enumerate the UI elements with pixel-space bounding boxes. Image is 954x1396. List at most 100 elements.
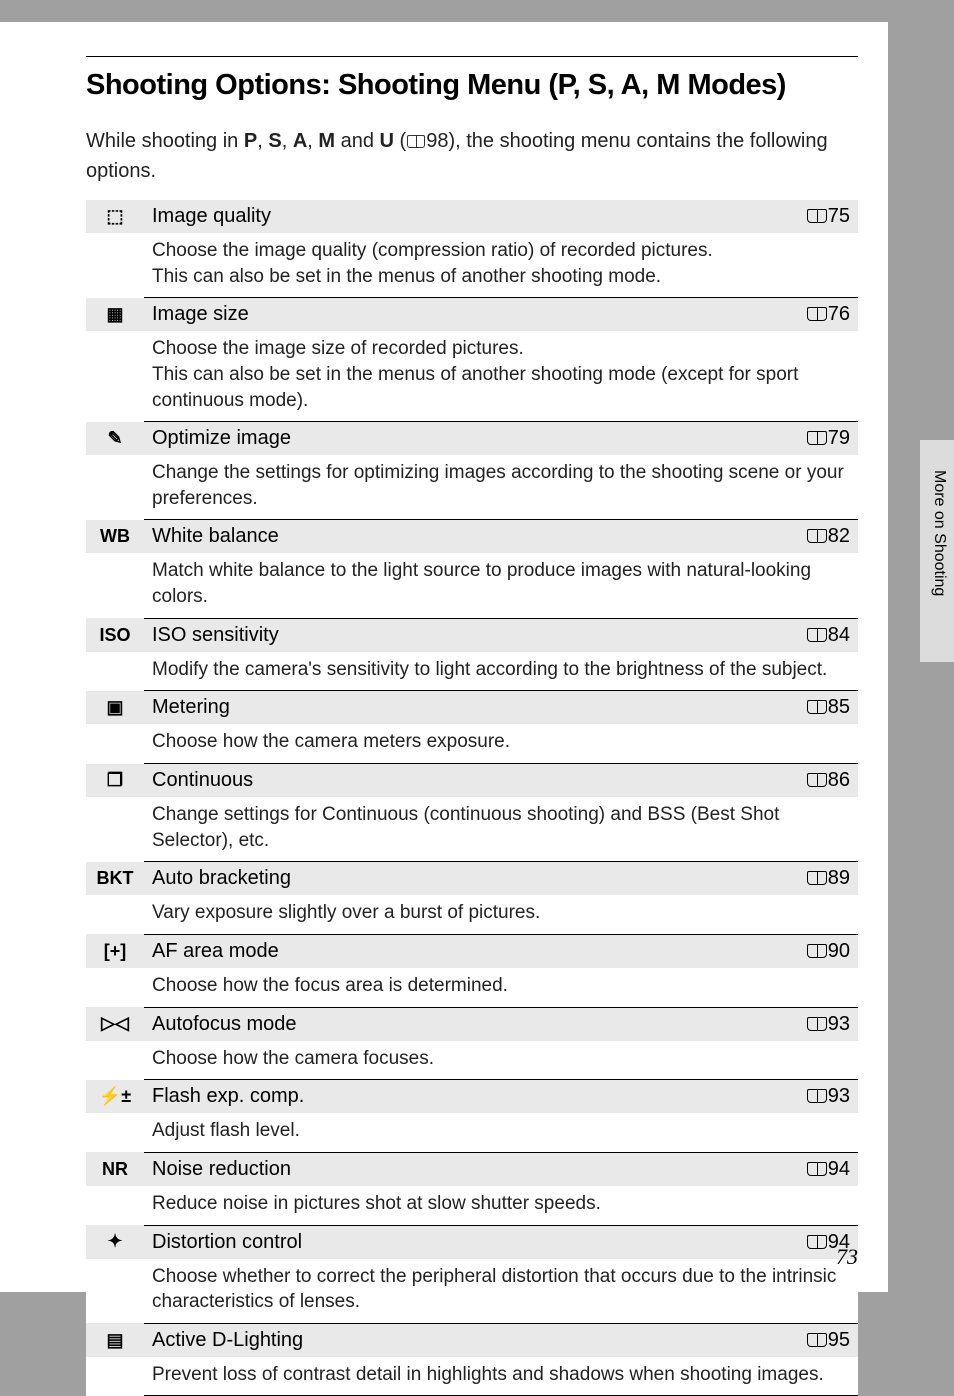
book-icon xyxy=(807,871,827,885)
spacer xyxy=(86,797,144,862)
menu-item-description: Choose the image size of recorded pictur… xyxy=(144,331,858,421)
document-page: Shooting Options: Shooting Menu (P, S, A… xyxy=(0,22,888,1292)
spacer xyxy=(86,895,144,934)
intro-u: U xyxy=(380,130,394,152)
menu-item-description: Adjust flash level. xyxy=(144,1113,858,1152)
menu-item-title: Continuous xyxy=(144,764,784,798)
book-icon xyxy=(807,1235,827,1249)
spacer xyxy=(86,1041,144,1080)
menu-item-title: Active D-Lighting xyxy=(144,1323,784,1357)
menu-item-desc-row: Choose how the camera meters exposure. xyxy=(86,724,858,763)
page-ref-number: 93 xyxy=(828,1085,850,1107)
menu-item-description: Choose how the camera meters exposure. xyxy=(144,724,858,763)
section-label: More on Shooting xyxy=(930,470,948,596)
page-ref-number: 84 xyxy=(828,624,850,646)
spacer xyxy=(86,1113,144,1152)
title-modes: P, S, A, M xyxy=(558,69,680,101)
book-icon xyxy=(807,307,827,321)
menu-item-desc-row: Choose the image quality (compression ra… xyxy=(86,233,858,298)
page-reference: 90 xyxy=(784,934,858,968)
page-ref-number: 76 xyxy=(828,303,850,325)
menu-item-header: ✦Distortion control94 xyxy=(86,1225,858,1259)
metering-icon: ▣ xyxy=(86,691,144,725)
menu-item-description: Change settings for Continuous (continuo… xyxy=(144,797,858,862)
menu-item-header: [+]AF area mode90 xyxy=(86,934,858,968)
book-icon xyxy=(807,209,827,223)
menu-item-header: ▣Metering 85 xyxy=(86,691,858,725)
menu-item-description: Vary exposure slightly over a burst of p… xyxy=(144,895,858,934)
page-reference: 89 xyxy=(784,862,858,896)
distortion-icon: ✦ xyxy=(86,1225,144,1259)
book-icon xyxy=(807,628,827,642)
menu-item-desc-row: Choose how the camera focuses. xyxy=(86,1041,858,1080)
book-icon xyxy=(807,773,827,787)
menu-item-desc-row: Adjust flash level. xyxy=(86,1113,858,1152)
menu-item-desc-row: Change the settings for optimizing image… xyxy=(86,455,858,520)
page-reference: 82 xyxy=(784,520,858,554)
menu-item-description: Reduce noise in pictures shot at slow sh… xyxy=(144,1186,858,1225)
noise-reduction-icon: NR xyxy=(86,1152,144,1186)
image-size-icon: ▦ xyxy=(86,298,144,332)
page-ref-number: 89 xyxy=(828,867,850,889)
menu-item-header: ⚡±Flash exp. comp. 93 xyxy=(86,1080,858,1114)
white-balance-icon: WB xyxy=(86,520,144,554)
menu-item-desc-row: Choose the image size of recorded pictur… xyxy=(86,331,858,421)
bracketing-icon: BKT xyxy=(86,862,144,896)
page-ref-number: 85 xyxy=(828,696,850,718)
page-ref-number: 94 xyxy=(828,1158,850,1180)
menu-item-header: BKTAuto bracketing 89 xyxy=(86,862,858,896)
page-number: 73 xyxy=(836,1244,858,1270)
spacer xyxy=(86,233,144,298)
book-icon xyxy=(807,1333,827,1347)
page-ref-number: 79 xyxy=(828,427,850,449)
book-icon xyxy=(807,529,827,543)
menu-item-desc-row: Modify the camera's sensitivity to light… xyxy=(86,652,858,691)
image-quality-icon: ⬚ xyxy=(86,200,144,233)
page-reference: 93 xyxy=(784,1007,858,1041)
book-icon xyxy=(807,700,827,714)
menu-item-title: White balance xyxy=(144,520,784,554)
af-area-icon: [+] xyxy=(86,934,144,968)
page-ref-number: 75 xyxy=(828,205,850,227)
spacer xyxy=(86,553,144,618)
menu-item-header: WBWhite balance82 xyxy=(86,520,858,554)
spacer xyxy=(86,1357,144,1396)
menu-item-title: Image size xyxy=(144,298,784,332)
page-ref-number: 93 xyxy=(828,1013,850,1035)
menu-item-description: Choose how the camera focuses. xyxy=(144,1041,858,1080)
continuous-icon: ❐ xyxy=(86,764,144,798)
menu-item-title: ISO sensitivity xyxy=(144,618,784,652)
page-reference: 76 xyxy=(784,298,858,332)
menu-item-title: Autofocus mode xyxy=(144,1007,784,1041)
spacer xyxy=(86,455,144,520)
page-reference: 86 xyxy=(784,764,858,798)
spacer xyxy=(86,1186,144,1225)
spacer xyxy=(86,724,144,763)
menu-item-title: Noise reduction xyxy=(144,1152,784,1186)
iso-icon: ISO xyxy=(86,618,144,652)
page-reference: 79 xyxy=(784,422,858,456)
menu-item-title: Flash exp. comp. xyxy=(144,1080,784,1114)
spacer xyxy=(86,652,144,691)
book-icon xyxy=(807,1017,827,1031)
menu-item-title: AF area mode xyxy=(144,934,784,968)
title-suffix: Modes) xyxy=(680,69,786,101)
menu-item-title: Optimize image xyxy=(144,422,784,456)
book-icon xyxy=(807,431,827,445)
menu-item-description: Match white balance to the light source … xyxy=(144,553,858,618)
menu-item-title: Metering xyxy=(144,691,784,725)
header-rule xyxy=(86,56,858,57)
menu-item-title: Distortion control xyxy=(144,1225,784,1259)
page-title: Shooting Options: Shooting Menu (P, S, A… xyxy=(86,69,858,102)
menu-item-description: Modify the camera's sensitivity to light… xyxy=(144,652,858,691)
spacer xyxy=(86,331,144,421)
menu-item-header: ⬚Image quality75 xyxy=(86,200,858,233)
menu-item-header: NRNoise reduction 94 xyxy=(86,1152,858,1186)
menu-item-desc-row: Prevent loss of contrast detail in highl… xyxy=(86,1357,858,1396)
flash-comp-icon: ⚡± xyxy=(86,1080,144,1114)
intro-pre: While shooting in xyxy=(86,130,244,152)
menu-item-title: Auto bracketing xyxy=(144,862,784,896)
menu-item-header: ❐Continuous86 xyxy=(86,764,858,798)
autofocus-icon: ▷◁ xyxy=(86,1007,144,1041)
page-reference: 95 xyxy=(784,1323,858,1357)
